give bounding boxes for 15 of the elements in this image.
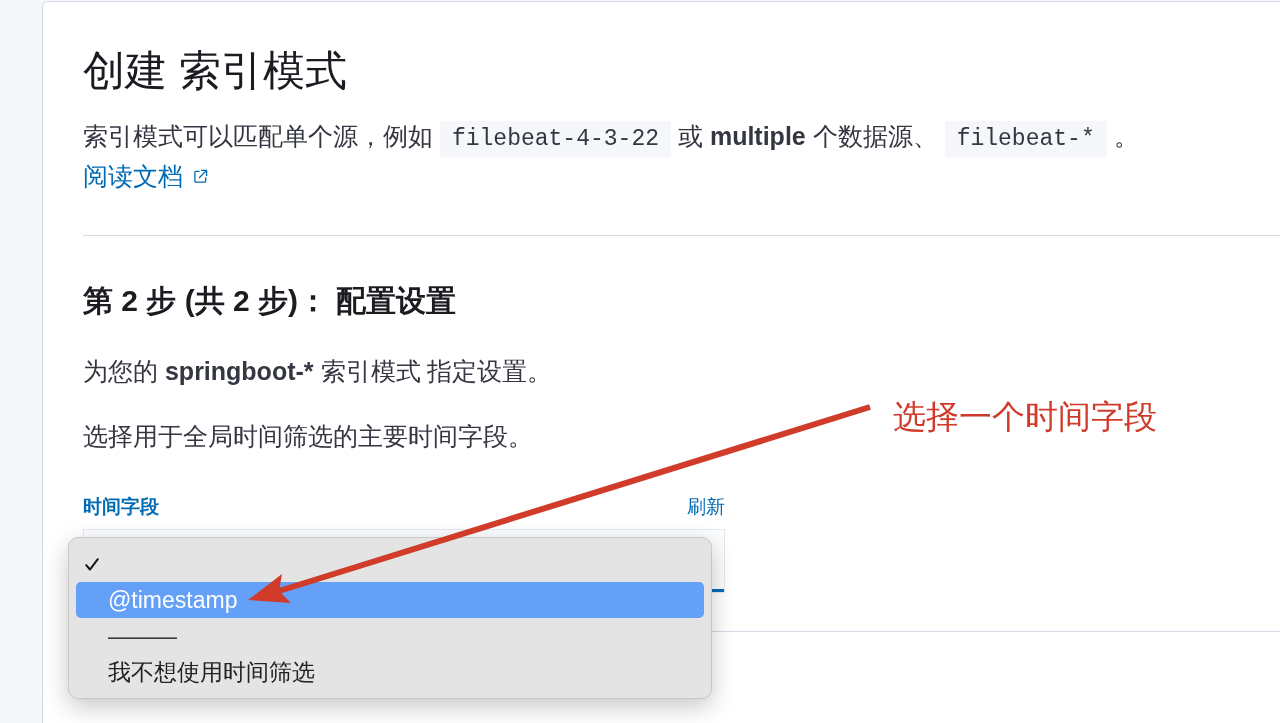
step-title: 第 2 步 (共 2 步)： 配置设置 — [83, 283, 458, 319]
description-text: 索引模式可以匹配单个源，例如 filebeat-4-3-22 或 multiple 个数据源、 filebeat-* 。 — [83, 117, 1280, 157]
menu-option[interactable]: 我不想使用时间筛选 — [76, 654, 704, 690]
refresh-link[interactable]: 刷新 — [687, 495, 725, 519]
checkmark-icon — [85, 557, 99, 571]
field-label: 时间字段 — [83, 495, 159, 519]
intro-text: 为您的 springboot-* 索引模式 指定设置。 — [83, 356, 554, 387]
docs-link[interactable]: 阅读文档 — [83, 157, 208, 195]
hint-text: 选择用于全局时间筛选的主要时间字段。 — [83, 421, 534, 452]
code-snippet: filebeat-* — [944, 121, 1107, 157]
page-title: 创建 索引模式 — [83, 46, 348, 96]
code-snippet: filebeat-4-3-22 — [439, 121, 671, 157]
external-link-icon — [193, 168, 208, 184]
annotation-text: 选择一个时间字段 — [893, 398, 1157, 437]
menu-separator: ——— — [107, 621, 178, 651]
